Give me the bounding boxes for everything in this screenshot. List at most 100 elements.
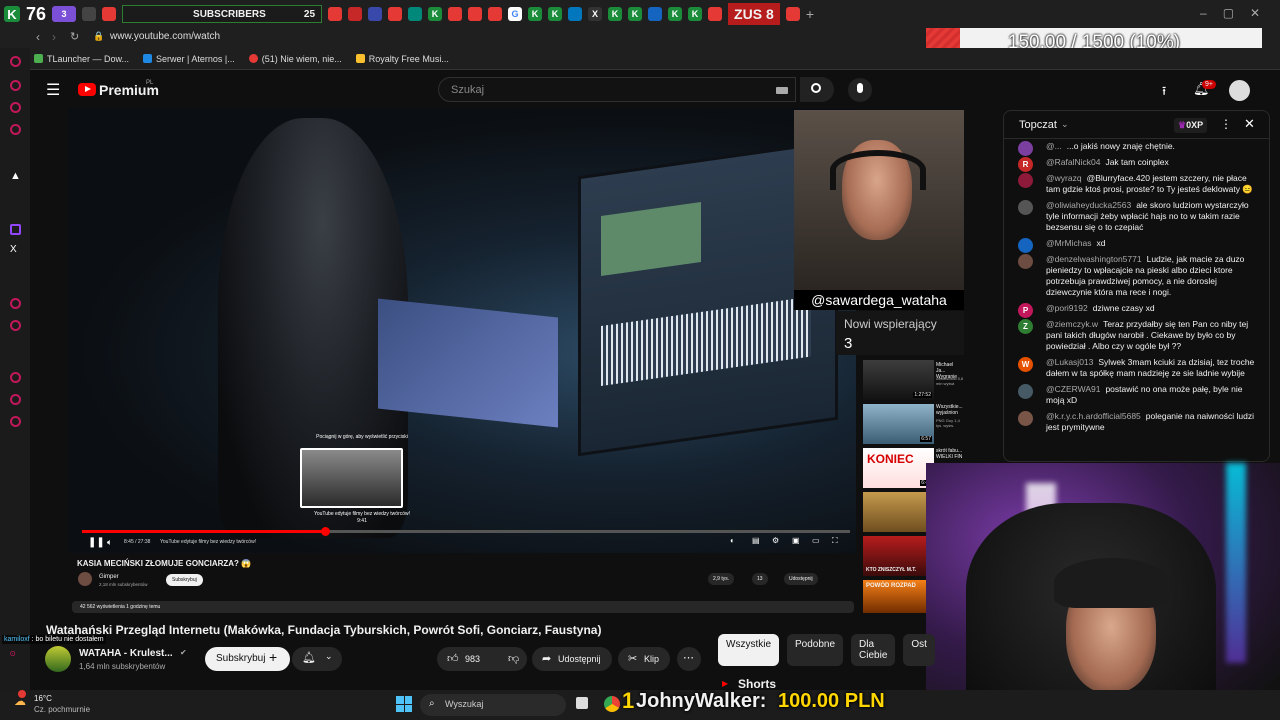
chat-avatar[interactable]: R (1018, 157, 1033, 172)
sidebar-arc-icon[interactable]: ▲ (10, 170, 21, 182)
notification-preferences-button[interactable]: 🔔︎ ⌄ (292, 647, 342, 671)
back-icon[interactable]: ‹ (36, 30, 40, 44)
bookmark-youtube[interactable]: (51) Nie wiem, nie... (248, 54, 342, 64)
more-actions-button[interactable]: ⋯ (677, 647, 701, 671)
channel-avatar[interactable] (45, 646, 71, 672)
youtube-tab-icon[interactable] (102, 7, 117, 21)
more-options-icon[interactable]: ⋮ (1220, 117, 1232, 131)
chat-avatar[interactable] (1018, 200, 1033, 215)
chapter-title[interactable]: YouTube edytuje filmy bez wiedzy twórców… (160, 539, 256, 545)
dislike-icon[interactable]: 👎︎ (508, 652, 519, 665)
bookmark-aternos[interactable]: Serwer | Aternos |... (143, 54, 235, 64)
chevron-down-icon[interactable]: ⌄ (1061, 119, 1069, 130)
recommended-thumbnail[interactable]: KONIEC 6:44 (863, 448, 934, 488)
minimize-icon[interactable]: – (1200, 6, 1207, 20)
chat-author[interactable]: @oliwiaheyducka2563 (1046, 200, 1131, 210)
x-tab-icon[interactable]: X (588, 7, 603, 21)
like-icon[interactable]: 👍︎ (447, 652, 459, 665)
gmail-tab-icon[interactable] (348, 7, 363, 21)
chat-avatar[interactable] (1018, 141, 1033, 156)
menu-icon[interactable]: ☰ (46, 80, 60, 100)
kick-tab-icon[interactable]: K (628, 7, 643, 21)
youtube-tab-icon[interactable] (328, 7, 343, 21)
chip-for-you[interactable]: Dla Ciebie (851, 634, 896, 666)
sidebar-app-icon[interactable] (10, 298, 21, 309)
upload-icon[interactable]: ⭱ (1162, 82, 1166, 103)
kick-tab-icon[interactable]: K (668, 7, 683, 21)
chat-avatar[interactable]: P (1018, 303, 1033, 318)
avatar[interactable] (1229, 80, 1250, 101)
close-chat-icon[interactable]: ✕ (1244, 116, 1255, 132)
xp-badge[interactable]: ♛0XP (1174, 118, 1208, 133)
share-button[interactable]: ➦ Udostępnij (532, 647, 612, 671)
autoplay-toggle-icon[interactable]: ◐ (730, 536, 735, 545)
tab-badge[interactable]: 3 (52, 6, 77, 22)
chat-avatar[interactable] (1018, 173, 1033, 188)
bookmark-tlauncher[interactable]: TLauncher — Dow... (34, 54, 129, 64)
chat-author[interactable]: @denzelwashington5771 (1046, 254, 1142, 264)
youtube-tab-icon[interactable] (708, 7, 723, 21)
pause-icon[interactable]: ❚❚ (88, 537, 105, 548)
twitch-icon[interactable] (10, 224, 21, 235)
chat-author[interactable]: @ziemczyk.w (1046, 319, 1098, 329)
recommended-thumbnail[interactable]: KTO ZNISZCZYŁ M.T. (863, 536, 934, 576)
voice-search-button[interactable] (848, 78, 872, 102)
chip-recent[interactable]: Ost (903, 634, 935, 666)
progress-bar[interactable] (82, 530, 850, 533)
kick-tab-icon[interactable]: K (428, 7, 443, 21)
kick-tab-icon[interactable]: K (608, 7, 623, 21)
settings-icon[interactable] (10, 416, 21, 427)
taskbar-search[interactable]: ⌕ Wyszukaj (420, 694, 566, 716)
chat-avatar[interactable] (1018, 384, 1033, 399)
new-tab-icon[interactable]: + (806, 6, 814, 22)
chat-avatar[interactable]: Z (1018, 319, 1033, 334)
chip-related[interactable]: Podobne (787, 634, 844, 666)
kick-tab-icon[interactable]: K (688, 7, 703, 21)
youtube-tab-icon[interactable] (448, 7, 463, 21)
recommended-thumbnail[interactable]: 6:57 (863, 404, 934, 444)
reload-icon[interactable]: ↻ (70, 30, 79, 43)
chat-author[interactable]: @wyrazq (1046, 173, 1082, 183)
url-text[interactable]: www.youtube.com/watch (110, 31, 220, 42)
sidebar-app-icon[interactable] (10, 102, 21, 113)
youtube-logo-icon[interactable] (78, 83, 96, 96)
keyboard-icon[interactable] (776, 87, 788, 94)
subscribe-button[interactable]: Subskrybuj + (205, 647, 290, 671)
chat-author[interactable]: @CZERWA91 (1046, 384, 1100, 394)
chat-author[interactable]: @pori9192 (1046, 303, 1088, 313)
forward-icon[interactable]: › (52, 30, 56, 44)
tab-icon[interactable] (568, 7, 583, 21)
sidebar-app-icon[interactable] (10, 320, 21, 331)
task-view-icon[interactable] (576, 697, 588, 709)
sidebar-app-icon[interactable]: ʘ (10, 651, 15, 658)
youtube-tab-icon[interactable] (468, 7, 483, 21)
recommended-thumbnail[interactable]: POWÓD ROZPAD (863, 580, 934, 614)
bookmark-royalty-music[interactable]: Royalty Free Musi... (355, 54, 449, 64)
channel-name[interactable]: WATAHA - Krulest... (79, 648, 173, 659)
kick-tab-icon[interactable]: K (528, 7, 543, 21)
youtube-tab-icon[interactable] (785, 7, 800, 21)
chip-all[interactable]: Wszystkie (718, 634, 779, 666)
chat-author[interactable]: @... (1046, 141, 1062, 151)
history-icon[interactable] (10, 372, 21, 383)
tab-icon[interactable] (648, 7, 663, 21)
chrome-icon[interactable] (604, 696, 620, 712)
sidebar-app-icon[interactable] (10, 80, 21, 91)
kick-icon[interactable]: K (4, 6, 20, 22)
chat-author[interactable]: @MrMichas (1046, 238, 1091, 248)
kick-tab-icon[interactable]: K (548, 7, 563, 21)
recommended-thumbnail[interactable] (863, 492, 934, 532)
fullscreen-icon[interactable]: ⛶ (832, 536, 838, 546)
subtitles-icon[interactable]: ▤ (752, 536, 760, 545)
sidebar-app-icon[interactable] (10, 56, 21, 67)
close-window-icon[interactable]: ✕ (1250, 6, 1260, 20)
chat-mode-dropdown[interactable]: Topczat (1019, 119, 1057, 131)
recommended-title[interactable]: skrót fabu... WIELKI FIN (936, 448, 964, 460)
video-player[interactable]: Pociągnij w górę, aby wyświetlić przycis… (68, 108, 856, 553)
sidebar-app-icon[interactable] (10, 394, 21, 405)
sidebar-app-icon[interactable] (10, 124, 21, 135)
recommended-title[interactable]: Wszystkie... wyjaśnion (936, 404, 964, 416)
chat-avatar[interactable] (1018, 238, 1033, 253)
recommended-thumbnail[interactable]: 1:27:52 (863, 360, 934, 400)
volume-icon[interactable]: 🔈︎ (107, 537, 112, 548)
